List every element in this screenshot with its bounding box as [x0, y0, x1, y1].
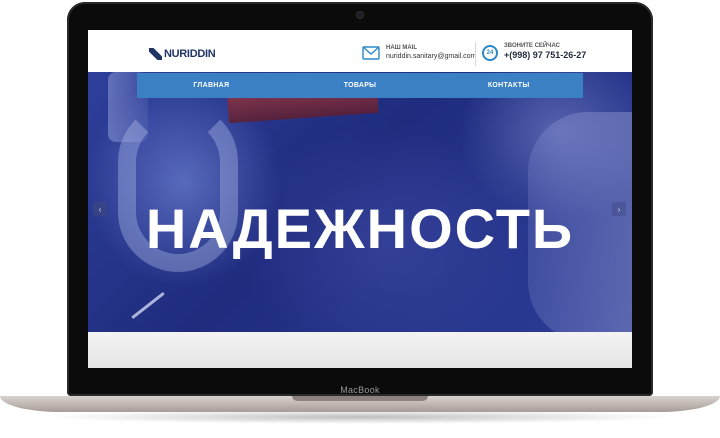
site-logo[interactable]: NURIDDIN [149, 47, 216, 61]
hero-slider: НАДЕЖНОСТЬ ‹ › [88, 72, 632, 332]
hero-title: НАДЕЖНОСТЬ [145, 197, 575, 260]
phone-24-icon: 24 [482, 45, 498, 61]
hero-light-streak [131, 292, 165, 319]
mail-address-link[interactable]: nuriddin.sanitary@gmail.com [386, 53, 476, 60]
phone-number-link[interactable]: +(998) 97 751-26-27 [504, 50, 586, 60]
site-header: NURIDDIN НАШ MAIL nuriddin.sanitary@gmai… [88, 30, 632, 72]
envelope-icon [362, 46, 380, 60]
slider-prev-button[interactable]: ‹ [93, 202, 107, 216]
website-screen: NURIDDIN НАШ MAIL nuriddin.sanitary@gmai… [88, 30, 632, 368]
mail-contact: НАШ MAIL nuriddin.sanitary@gmail.com [362, 45, 476, 60]
content-section-top [88, 332, 632, 368]
laptop-camera [357, 12, 363, 18]
slider-next-button[interactable]: › [612, 202, 626, 216]
logo-text: NURIDDIN [164, 48, 216, 60]
laptop-shadow [40, 410, 680, 424]
main-nav: ГЛАВНАЯ ТОВАРЫ КОНТАКТЫ [137, 73, 583, 98]
nav-item-home[interactable]: ГЛАВНАЯ [137, 82, 286, 89]
nav-item-products[interactable]: ТОВАРЫ [286, 82, 435, 89]
mail-label: НАШ MAIL [386, 45, 418, 51]
nav-item-contacts[interactable]: КОНТАКТЫ [434, 82, 583, 89]
phone-contact: 24 ЗВОНИТЕ СЕЙЧАС +(998) 97 751-26-27 [482, 43, 586, 61]
macbook-label: MacBook [340, 385, 380, 395]
logo-n-icon [149, 48, 162, 60]
laptop-notch [292, 396, 428, 401]
phone-label: ЗВОНИТЕ СЕЙЧАС [504, 43, 560, 49]
header-divider [475, 42, 476, 66]
